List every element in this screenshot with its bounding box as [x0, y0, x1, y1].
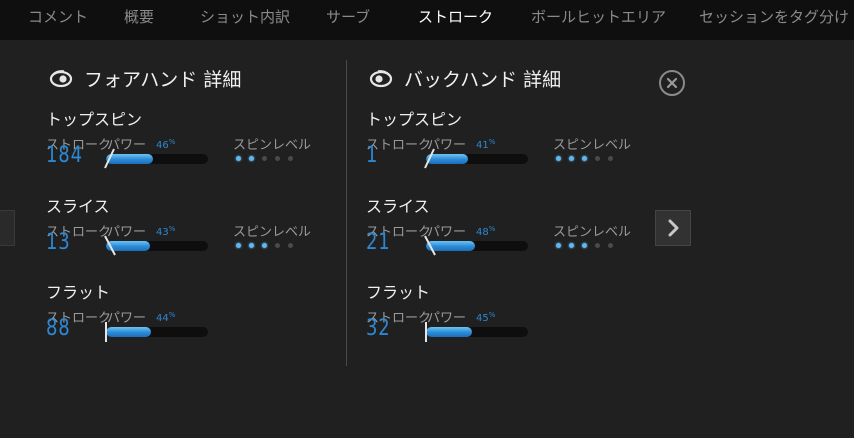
chevron-right-icon: [668, 219, 679, 237]
power-value: 41: [476, 140, 489, 151]
panel-divider: [346, 60, 347, 366]
power-value: 48: [476, 227, 489, 238]
power-needle-icon: [424, 235, 436, 256]
spin-level-label: スピンレベル: [233, 138, 312, 153]
spin-level-indicator: [236, 243, 301, 251]
power-value: 46: [156, 140, 169, 151]
percent-sign: %: [488, 225, 496, 233]
close-button[interactable]: [659, 70, 685, 96]
backhand-panel: バックハンド 詳細 トップスピン ストローク パワー 41% 1 スピンレベル スライス スト…: [366, 60, 666, 370]
spin-dot: [275, 243, 280, 248]
spin-dot: [582, 156, 587, 161]
forehand-swing-icon: [49, 70, 73, 88]
spin-dot: [595, 243, 600, 248]
percent-sign: %: [488, 138, 496, 146]
spin-dot: [556, 156, 561, 161]
spin-dot: [275, 156, 280, 161]
power-percent: 46%: [156, 138, 175, 151]
spin-dot: [236, 156, 241, 161]
percent-sign: %: [168, 311, 176, 319]
tab-ball-hit-area[interactable]: ボールヒットエリア: [531, 0, 666, 36]
spin-dot: [262, 156, 267, 161]
forehand-shot-1: スライス ストローク パワー 43% 13 スピンレベル: [46, 193, 346, 273]
shot-name: フラット: [366, 283, 431, 302]
spin-dot: [236, 243, 241, 248]
tab-shot-breakdown[interactable]: ショット内訳: [200, 0, 290, 36]
spin-dot: [288, 156, 293, 161]
stroke-count: 184: [46, 143, 83, 168]
backhand-swing-icon: [369, 70, 393, 88]
forehand-title: フォアハンド 詳細: [84, 69, 242, 91]
spin-level-label: スピンレベル: [553, 138, 632, 153]
spin-level-indicator: [556, 156, 621, 164]
power-needle-icon: [105, 322, 107, 342]
spin-dot: [288, 243, 293, 248]
spin-level-label: スピンレベル: [233, 225, 312, 240]
tab-stroke[interactable]: ストローク: [418, 0, 493, 36]
stroke-count: 21: [366, 230, 391, 255]
power-percent: 43%: [156, 225, 175, 238]
spin-dot: [249, 243, 254, 248]
spin-level-label: スピンレベル: [553, 225, 632, 240]
backhand-shot-2: フラット ストローク パワー 45% 32: [366, 279, 666, 359]
power-value: 44: [156, 313, 169, 324]
power-percent: 44%: [156, 311, 175, 324]
power-value: 43: [156, 227, 169, 238]
forehand-shot-0: トップスピン ストローク パワー 46% 184 スピンレベル: [46, 106, 346, 186]
tab-bar: コメント 概要 ショット内訳 サーブ ストローク ボールヒットエリア セッション…: [0, 0, 854, 40]
next-button[interactable]: [655, 210, 691, 246]
backhand-shot-0: トップスピン ストローク パワー 41% 1 スピンレベル: [366, 106, 666, 186]
stroke-count: 32: [366, 316, 391, 341]
backhand-title: バックハンド 詳細: [404, 69, 562, 91]
spin-dot: [249, 156, 254, 161]
spin-dot: [595, 156, 600, 161]
tab-comment[interactable]: コメント: [28, 0, 88, 36]
tab-tag-session[interactable]: セッションをタグ分け: [699, 0, 849, 36]
power-value: 45: [476, 313, 489, 324]
close-icon: [666, 77, 678, 89]
spin-dot: [556, 243, 561, 248]
percent-sign: %: [168, 138, 176, 146]
power-needle-icon: [424, 148, 435, 169]
forehand-title-row: フォアハンド 詳細: [48, 66, 241, 94]
stroke-count: 13: [46, 230, 71, 255]
power-needle-icon: [104, 235, 116, 256]
spin-dot: [569, 156, 574, 161]
shot-name: トップスピン: [46, 110, 143, 129]
power-bar: [106, 327, 208, 337]
power-bar: [106, 154, 208, 164]
spin-level-indicator: [556, 243, 621, 251]
spin-dot: [608, 243, 613, 248]
shot-name: トップスピン: [366, 110, 463, 129]
spin-dot: [569, 243, 574, 248]
backhand-shot-1: スライス ストローク パワー 48% 21 スピンレベル: [366, 193, 666, 273]
shot-name: スライス: [46, 197, 110, 216]
backhand-title-row: バックハンド 詳細: [368, 66, 561, 94]
shot-name: スライス: [366, 197, 430, 216]
percent-sign: %: [168, 225, 176, 233]
power-bar: [106, 241, 208, 251]
forehand-shot-2: フラット ストローク パワー 44% 88: [46, 279, 346, 359]
spin-dot: [582, 243, 587, 248]
forehand-panel: フォアハンド 詳細 トップスピン ストローク パワー 46% 184 スピンレベル スライス…: [46, 60, 346, 370]
power-bar: [426, 327, 528, 337]
power-bar: [426, 154, 528, 164]
spin-dot: [262, 243, 267, 248]
spin-level-indicator: [236, 156, 301, 164]
power-percent: 41%: [476, 138, 495, 151]
power-bar: [426, 241, 528, 251]
power-needle-icon: [104, 148, 115, 169]
tab-overview[interactable]: 概要: [124, 0, 154, 36]
power-percent: 48%: [476, 225, 495, 238]
stroke-count: 88: [46, 316, 71, 341]
power-needle-icon: [425, 322, 427, 342]
power-percent: 45%: [476, 311, 495, 324]
stroke-count: 1: [366, 143, 379, 168]
tab-serve[interactable]: サーブ: [326, 0, 370, 36]
previous-button[interactable]: [0, 210, 15, 246]
spin-dot: [608, 156, 613, 161]
shot-name: フラット: [46, 283, 111, 302]
percent-sign: %: [488, 311, 496, 319]
